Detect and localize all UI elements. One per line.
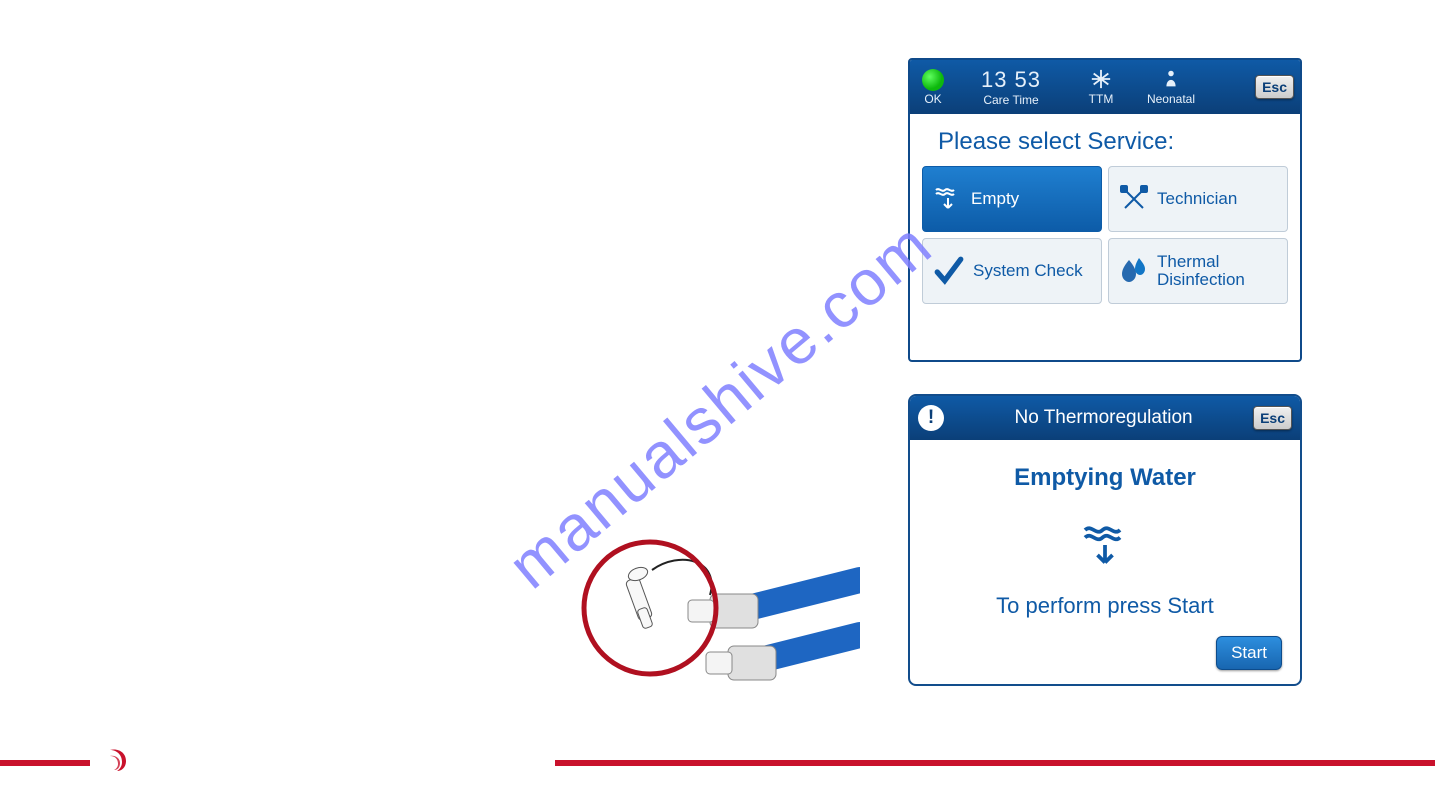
device-header: OK 13 53 Care Time TTM Neonatal Esc: [910, 60, 1300, 114]
snowflake-icon: [1090, 68, 1112, 90]
care-time-label: Care Time: [983, 93, 1038, 107]
ttm-block: TTM: [1066, 68, 1136, 106]
esc-button-2[interactable]: Esc: [1253, 406, 1292, 430]
service-title: Please select Service:: [910, 114, 1300, 166]
leaf-drop-icon: [1119, 256, 1149, 286]
neonatal-icon: [1160, 68, 1182, 90]
emptying-body: Emptying Water To perform press Start: [910, 440, 1300, 619]
tile-empty-label: Empty: [971, 190, 1019, 208]
divider-right: [555, 760, 1435, 766]
check-icon: [933, 255, 965, 287]
tools-icon: [1119, 184, 1149, 214]
brand-logo-icon: [104, 748, 134, 778]
connector-illustration: [560, 530, 860, 730]
care-time-block: 13 53 Care Time: [956, 67, 1066, 107]
status-indicator: OK: [910, 69, 956, 106]
emptying-message: To perform press Start: [910, 593, 1300, 619]
alert-icon: !: [918, 405, 944, 431]
tile-thermal-disinfection[interactable]: Thermal Disinfection: [1108, 238, 1288, 304]
emptying-icon: [1080, 520, 1130, 575]
emptying-panel: ! No Thermoregulation Esc Emptying Water…: [908, 394, 1302, 686]
tile-empty[interactable]: Empty: [922, 166, 1102, 232]
emptying-header-title: No Thermoregulation: [954, 407, 1253, 429]
tile-technician[interactable]: Technician: [1108, 166, 1288, 232]
status-label: OK: [924, 92, 941, 106]
tile-system-check[interactable]: System Check: [922, 238, 1102, 304]
start-button[interactable]: Start: [1216, 636, 1282, 670]
service-tiles: Empty Technician System Check Thermal Di…: [910, 166, 1300, 304]
service-select-panel: OK 13 53 Care Time TTM Neonatal Esc Plea…: [908, 58, 1302, 362]
tile-technician-label: Technician: [1157, 190, 1237, 208]
emptying-title: Emptying Water: [910, 464, 1300, 492]
neonatal-block: Neonatal: [1136, 68, 1206, 106]
ttm-label: TTM: [1089, 92, 1114, 106]
tile-thermal-label: Thermal Disinfection: [1157, 253, 1245, 289]
tile-system-check-label: System Check: [973, 262, 1083, 280]
empty-water-icon: [933, 184, 963, 214]
emptying-header: ! No Thermoregulation Esc: [910, 396, 1300, 440]
neonatal-label: Neonatal: [1147, 92, 1195, 106]
status-dot-icon: [922, 69, 944, 91]
divider-left: [0, 760, 90, 766]
esc-button[interactable]: Esc: [1255, 75, 1294, 99]
care-time-value: 13 53: [981, 67, 1041, 93]
